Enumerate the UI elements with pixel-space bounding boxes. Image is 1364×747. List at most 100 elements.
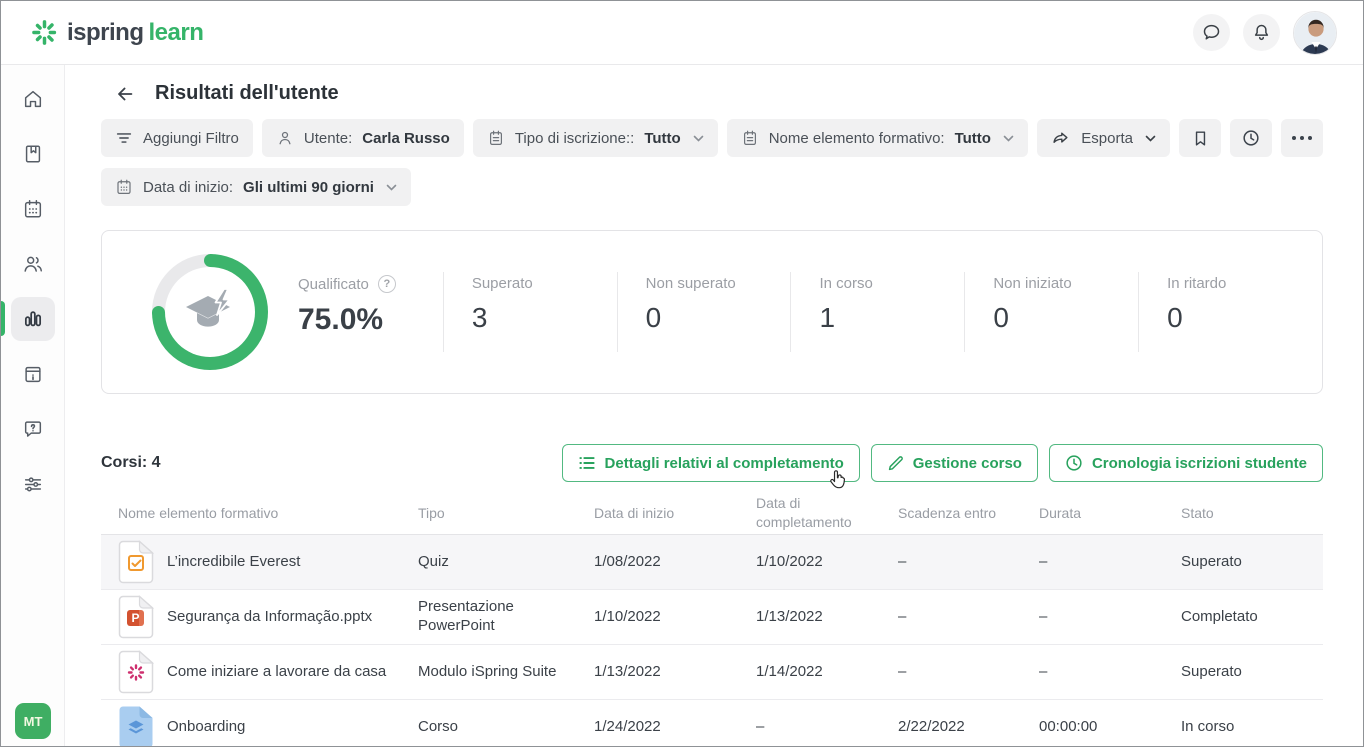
stat-value: 1: [819, 302, 964, 334]
ispring-logo[interactable]: ispringlearn: [31, 19, 203, 47]
users-icon: [22, 253, 44, 275]
status: Superato: [1181, 663, 1323, 682]
status: Completato: [1181, 608, 1323, 627]
back-arrow-icon: [114, 83, 136, 105]
column-header[interactable]: Tipo: [418, 504, 594, 523]
add-filter-chip[interactable]: Aggiungi Filtro: [101, 119, 253, 157]
start-date-filter-chip[interactable]: Data di inizio:Gli ultimi 90 giorni: [101, 168, 411, 206]
stats-columns: Qualificato? 75.0% Superato 3 Non supera…: [298, 272, 1312, 352]
ring-cap: [204, 254, 217, 267]
column-header[interactable]: Nome elemento formativo: [101, 504, 418, 523]
course-name: Onboarding: [167, 718, 245, 737]
column-header[interactable]: Data di inizio: [594, 504, 756, 523]
export-label: Esporta: [1081, 130, 1133, 147]
course-name: L’incredibile Everest: [167, 553, 300, 572]
sidebar-item-help[interactable]: [1, 401, 65, 456]
manage-course-button[interactable]: Gestione corso: [871, 444, 1038, 482]
user-icon: [276, 129, 294, 147]
user-avatar[interactable]: [1293, 11, 1337, 55]
sidebar-item-reports[interactable]: [1, 291, 65, 346]
home-icon: [22, 88, 44, 110]
calendar-icon: [22, 198, 44, 220]
item-name-filter-chip[interactable]: Nome elemento formativo:Tutto: [727, 119, 1028, 157]
filter-row-1: Aggiungi Filtro Utente: Carla Russo Tipo …: [101, 119, 1323, 157]
help-icon[interactable]: ?: [378, 275, 396, 293]
notifications-button[interactable]: [1243, 14, 1280, 51]
chip-label: Nome elemento formativo:: [769, 130, 945, 147]
enrollment-history-button[interactable]: Cronologia iscrizioni studente: [1049, 444, 1323, 482]
more-options-button[interactable]: [1281, 119, 1323, 157]
ispring-module-file-icon: [118, 650, 154, 694]
topbar-right: [1193, 11, 1363, 55]
stat-value: 0: [1167, 302, 1312, 334]
sidebar-item-settings[interactable]: [1, 456, 65, 511]
due-date: –: [898, 608, 1039, 627]
stat-value: 0: [993, 302, 1138, 334]
course-type: Modulo iSpring Suite: [418, 663, 594, 682]
stat-label: Superato: [472, 275, 617, 292]
info-card-icon: [22, 363, 44, 385]
start-date: 1/10/2022: [594, 608, 756, 627]
table-row[interactable]: Come iniziare a lavorare da casa Modulo …: [101, 645, 1323, 700]
help-bubble-icon: [22, 418, 44, 440]
chat-button[interactable]: [1193, 14, 1230, 51]
chat-icon: [1201, 22, 1222, 43]
sidebar-item-courses[interactable]: [1, 126, 65, 181]
powerpoint-letter: P: [127, 610, 144, 626]
bar-chart-icon: [22, 308, 44, 330]
course-name: Segurança da Informação.pptx: [167, 608, 372, 627]
topbar: ispringlearn: [1, 1, 1363, 65]
stat-label: Non iniziato: [993, 275, 1138, 292]
back-button[interactable]: [114, 83, 136, 105]
logo-text-secondary: learn: [149, 19, 204, 46]
sidebar-item-calendar[interactable]: [1, 181, 65, 236]
bookmark-button[interactable]: [1179, 119, 1221, 157]
export-button[interactable]: Esporta: [1037, 119, 1170, 157]
table-row[interactable]: P Segurança da Informação.pptx Presentaz…: [101, 590, 1323, 645]
due-date: 2/22/2022: [898, 718, 1039, 737]
sidebar-item-catalog[interactable]: [1, 346, 65, 401]
powerpoint-file-icon: P: [118, 595, 154, 639]
button-label: Cronologia iscrizioni studente: [1092, 455, 1307, 472]
sidebar-item-home[interactable]: [1, 71, 65, 126]
column-header[interactable]: Durata: [1039, 504, 1181, 523]
stat-label: Qualificato: [298, 276, 369, 293]
course-type: Presentazione PowerPoint: [418, 598, 594, 636]
stat-value: 75.0%: [298, 303, 443, 337]
chevron-down-icon: [1145, 135, 1156, 142]
completion-date: 1/14/2022: [756, 663, 898, 682]
table-row[interactable]: L’incredibile Everest Quiz 1/08/2022 1/1…: [101, 535, 1323, 590]
bell-icon: [1251, 22, 1272, 43]
clock-icon: [1065, 454, 1083, 472]
course-type: Quiz: [418, 553, 594, 572]
stat-qualified: Qualificato? 75.0%: [298, 272, 443, 352]
page-header: Risultati dell'utente: [101, 82, 1323, 105]
completion-details-button[interactable]: Dettagli relativi al completamento: [562, 444, 860, 482]
export-icon: [1051, 128, 1071, 148]
history-button[interactable]: [1230, 119, 1272, 157]
sidebar-item-users[interactable]: [1, 236, 65, 291]
chevron-down-icon: [1003, 135, 1014, 142]
sidebar-user-badge[interactable]: MT: [15, 703, 51, 739]
bookmark-icon: [1191, 129, 1210, 148]
completion-date: –: [756, 718, 898, 737]
column-header[interactable]: Stato: [1181, 504, 1323, 523]
table-row[interactable]: Onboarding Corso 1/24/2022 – 2/22/2022 0…: [101, 700, 1323, 746]
enrollment-type-filter-chip[interactable]: Tipo di iscrizione::Tutto: [473, 119, 718, 157]
column-header[interactable]: Scadenza entro: [898, 504, 1039, 523]
chip-label: Utente:: [304, 130, 352, 147]
start-date: 1/13/2022: [594, 663, 756, 682]
page-title: Risultati dell'utente: [155, 82, 339, 105]
main-content: Risultati dell'utente Aggiungi Filtro Ut…: [65, 65, 1363, 746]
column-header[interactable]: Data di completamento: [756, 494, 898, 532]
list-icon: [578, 454, 596, 472]
logo-text: ispringlearn: [67, 19, 203, 47]
progress-ring: [152, 254, 268, 370]
user-filter-chip[interactable]: Utente: Carla Russo: [262, 119, 464, 157]
calendar-icon: [115, 178, 133, 196]
ispring-spinner-icon: [31, 19, 58, 46]
sidebar: MT: [1, 65, 65, 746]
table-header: Nome elemento formativo Tipo Data di ini…: [101, 492, 1323, 535]
book-icon: [22, 143, 44, 165]
chip-value: Carla Russo: [362, 130, 450, 147]
